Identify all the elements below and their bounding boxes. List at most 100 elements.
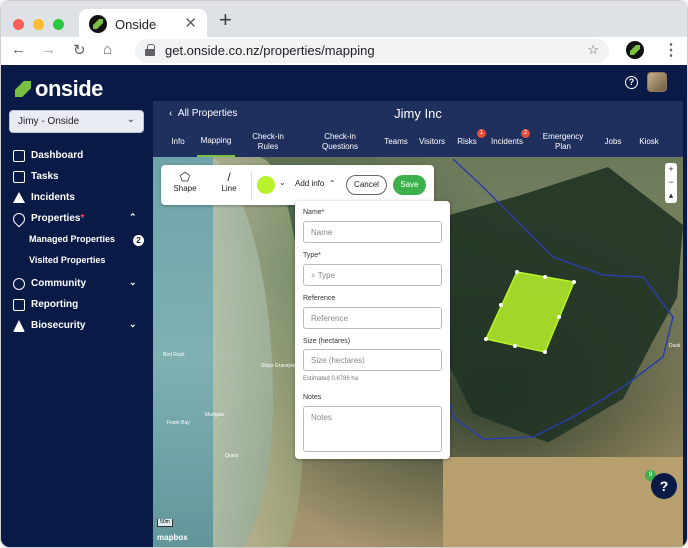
cancel-button[interactable]: Cancel — [346, 175, 387, 195]
back-arrow-icon[interactable]: ← — [11, 41, 26, 58]
help-icon[interactable]: ? — [625, 76, 638, 89]
map-place-label: Ships Graveyard — [261, 363, 299, 369]
tab-check-in-questions[interactable]: Check-in Questions — [313, 127, 367, 157]
size-input[interactable]: Size (hectares) — [303, 349, 442, 371]
biosecurity-icon — [13, 320, 25, 332]
reload-icon[interactable]: ↻ — [73, 41, 86, 59]
onside-logo-icon — [15, 81, 31, 97]
sidebar-item-label: Community — [31, 278, 86, 289]
reference-input[interactable]: Reference — [303, 307, 442, 329]
brand-name: onside — [35, 76, 103, 101]
lock-icon — [145, 44, 155, 56]
community-icon — [13, 278, 25, 290]
sidebar-item-managed-properties[interactable]: Managed Properties — [29, 234, 115, 244]
add-info-form: Name* Name Type* ⌕ Type Reference Refere… — [295, 201, 450, 459]
zoom-in-button[interactable]: + — [665, 163, 677, 176]
url-text[interactable]: get.onside.co.nz/properties/mapping — [165, 43, 375, 58]
properties-label: Properties — [31, 213, 81, 224]
new-tab-button[interactable]: + — [219, 9, 232, 31]
tab-close-icon[interactable]: ✕ — [184, 14, 197, 32]
organisation-select-value: Jimy - Onside — [18, 116, 80, 127]
color-swatch[interactable] — [257, 176, 275, 194]
map-place-label: Quest — [225, 453, 239, 459]
map-scale: 50m — [157, 519, 173, 527]
shape-tool-button[interactable]: ⬠ Shape — [173, 170, 197, 193]
chevron-down-icon[interactable]: ⌄ — [279, 178, 286, 187]
type-label: Type* — [303, 252, 321, 259]
mapbox-attribution[interactable]: mapbox — [157, 533, 188, 542]
chevron-down-icon: ⌄ — [129, 277, 137, 287]
tab-label: Teams — [384, 137, 408, 146]
onside-app: onside ? Jimy - Onside ⌄ Dashboard Tasks… — [1, 65, 687, 547]
tab-kiosk[interactable]: Kiosk — [635, 127, 663, 157]
tab-label: Incidents — [490, 137, 524, 146]
property-tabs: Info Mapping Check-in Rules Check-in Que… — [153, 127, 683, 157]
organisation-select[interactable]: Jimy - Onside ⌄ — [9, 110, 144, 133]
sidebar-item-label: Tasks — [31, 171, 59, 182]
address-bar[interactable]: get.onside.co.nz/properties/mapping ☆ — [135, 39, 609, 63]
compass-button[interactable]: ▴ — [665, 189, 677, 202]
map-zoom-controls: + − ▴ — [665, 163, 677, 203]
properties-icon — [10, 210, 28, 228]
tab-label: Visitors — [418, 137, 446, 146]
shape-tool-label: Shape — [173, 184, 197, 193]
maximize-window-button[interactable] — [53, 19, 64, 30]
tab-visitors[interactable]: Visitors — [415, 127, 449, 157]
map-place-label: Frank Bay — [167, 420, 190, 426]
tab-emergency-plan[interactable]: Emergency Plan — [537, 127, 589, 157]
tab-check-in-rules[interactable]: Check-in Rules — [247, 127, 289, 157]
name-input[interactable]: Name — [303, 221, 442, 243]
draw-toolbar: ⬠ Shape / Line ⌄ Add info ⌃ Cancel Save — [161, 165, 434, 205]
add-info-toggle[interactable]: Add info ⌃ — [295, 179, 336, 188]
pentagon-icon: ⬠ — [179, 170, 191, 184]
property-header: ‹ All Properties Jimy Inc Info Mapping C… — [153, 101, 683, 157]
tab-risks[interactable]: Risks — [455, 127, 479, 157]
notes-textarea[interactable]: Notes — [303, 406, 442, 452]
onside-extension-icon[interactable] — [626, 41, 644, 59]
save-button[interactable]: Save — [393, 175, 426, 195]
tab-label: Check-in Questions — [321, 132, 359, 151]
tab-label: Mapping — [200, 136, 232, 145]
tab-label: Risks — [457, 137, 477, 146]
tab-jobs[interactable]: Jobs — [601, 127, 625, 157]
avatar[interactable] — [647, 72, 667, 92]
chevron-up-icon: ⌃ — [328, 179, 336, 188]
sidebar-item-label: Properties* — [31, 213, 84, 224]
toolbar-divider — [251, 171, 252, 199]
tab-label: Kiosk — [639, 137, 659, 146]
size-label: Size (hectares) — [303, 338, 351, 345]
tab-label: Emergency Plan — [542, 132, 584, 151]
line-tool-button[interactable]: / Line — [217, 170, 241, 193]
reference-label: Reference — [303, 295, 336, 302]
bookmark-star-icon[interactable]: ☆ — [587, 42, 599, 58]
page-title: Jimy Inc — [394, 106, 442, 121]
tab-label: Check-in Rules — [252, 132, 284, 151]
risks-count-badge: 1 — [477, 129, 486, 138]
zoom-out-button[interactable]: − — [665, 176, 677, 189]
sidebar-item-label: Biosecurity — [31, 320, 86, 331]
reporting-icon — [13, 299, 25, 311]
search-icon: ⌕ — [311, 271, 316, 280]
forward-arrow-icon[interactable]: → — [41, 41, 56, 58]
home-icon[interactable]: ⌂ — [103, 41, 112, 58]
help-button[interactable]: ? — [651, 473, 677, 499]
browser-menu-icon[interactable]: ⋮ — [663, 40, 679, 60]
tab-info[interactable]: Info — [165, 127, 191, 157]
incidents-count-badge: 2 — [521, 129, 530, 138]
property-map[interactable]: + − ▴ Bird Rock Ships Graveyard Mudgate … — [153, 157, 683, 547]
chevron-down-icon: ⌄ — [129, 319, 137, 329]
incidents-icon — [13, 192, 25, 203]
tasks-icon — [13, 171, 25, 183]
close-window-button[interactable] — [13, 19, 24, 30]
tab-mapping[interactable]: Mapping — [197, 127, 235, 157]
tab-teams[interactable]: Teams — [381, 127, 411, 157]
sidebar: Jimy - Onside ⌄ Dashboard Tasks Incident… — [1, 101, 153, 547]
line-tool-label: Line — [221, 184, 237, 193]
line-icon: / — [227, 170, 231, 184]
minimize-window-button[interactable] — [33, 19, 44, 30]
type-select[interactable]: ⌕ Type — [303, 264, 442, 286]
sidebar-item-visited-properties[interactable]: Visited Properties — [29, 255, 105, 265]
notes-label: Notes — [303, 394, 322, 401]
name-label: Name* — [303, 209, 325, 216]
browser-toolbar: ← → ↻ ⌂ get.onside.co.nz/properties/mapp… — [1, 37, 687, 65]
